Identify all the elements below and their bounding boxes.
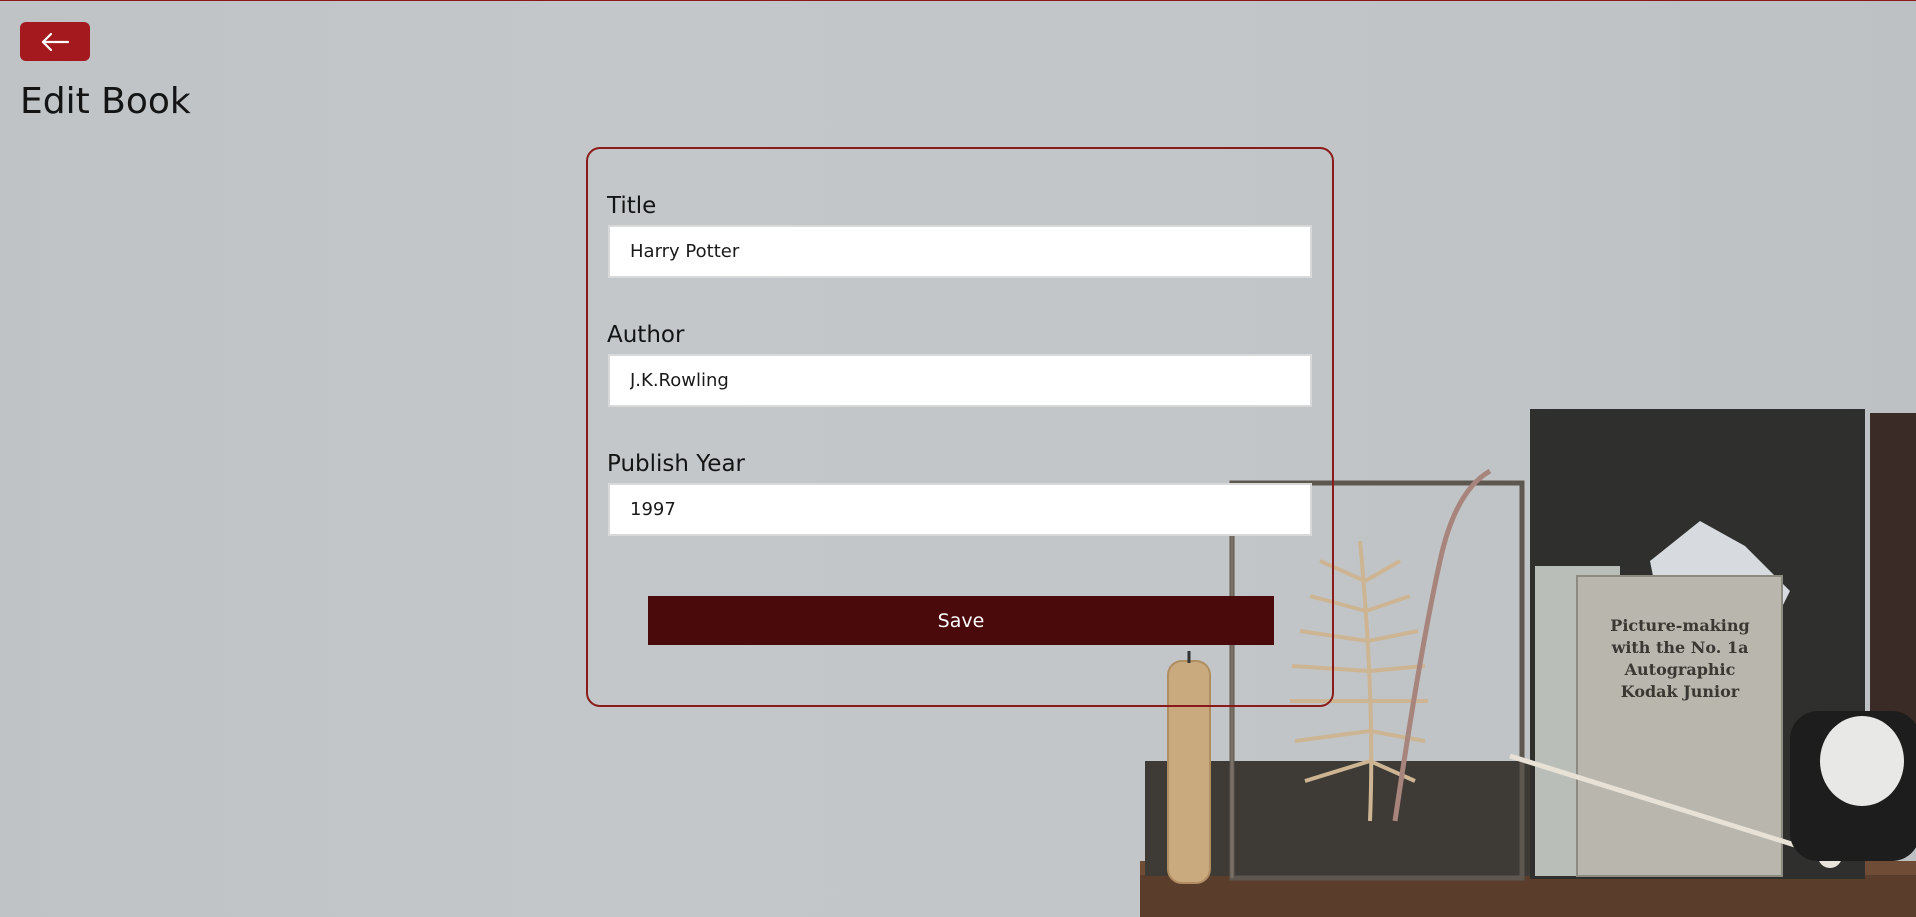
- shelf: [1140, 873, 1916, 917]
- publish-year-input[interactable]: [608, 483, 1312, 536]
- edit-book-form: Title Author Publish Year Save: [586, 147, 1334, 707]
- light-meter: [1790, 711, 1916, 861]
- author-input[interactable]: [608, 354, 1312, 407]
- page: Picture-making with the No. 1a Autograph…: [0, 0, 1916, 917]
- title-label: Title: [607, 193, 657, 219]
- title-input[interactable]: [608, 225, 1312, 278]
- dark-poster: [1530, 409, 1865, 879]
- page-title: Edit Book: [20, 81, 191, 122]
- book-cover-line-2: with the No. 1a: [1611, 638, 1749, 657]
- book-cover-line-4: Kodak Junior: [1621, 682, 1740, 701]
- back-button[interactable]: [20, 22, 90, 61]
- book-cover-line-1: Picture-making: [1610, 616, 1749, 635]
- save-button[interactable]: Save: [648, 596, 1274, 645]
- book-cover-line-3: Autographic: [1624, 660, 1736, 679]
- arrow-left-icon: [41, 32, 70, 51]
- book-cover: [1576, 575, 1783, 877]
- publish-year-label: Publish Year: [607, 451, 745, 477]
- author-label: Author: [607, 322, 685, 348]
